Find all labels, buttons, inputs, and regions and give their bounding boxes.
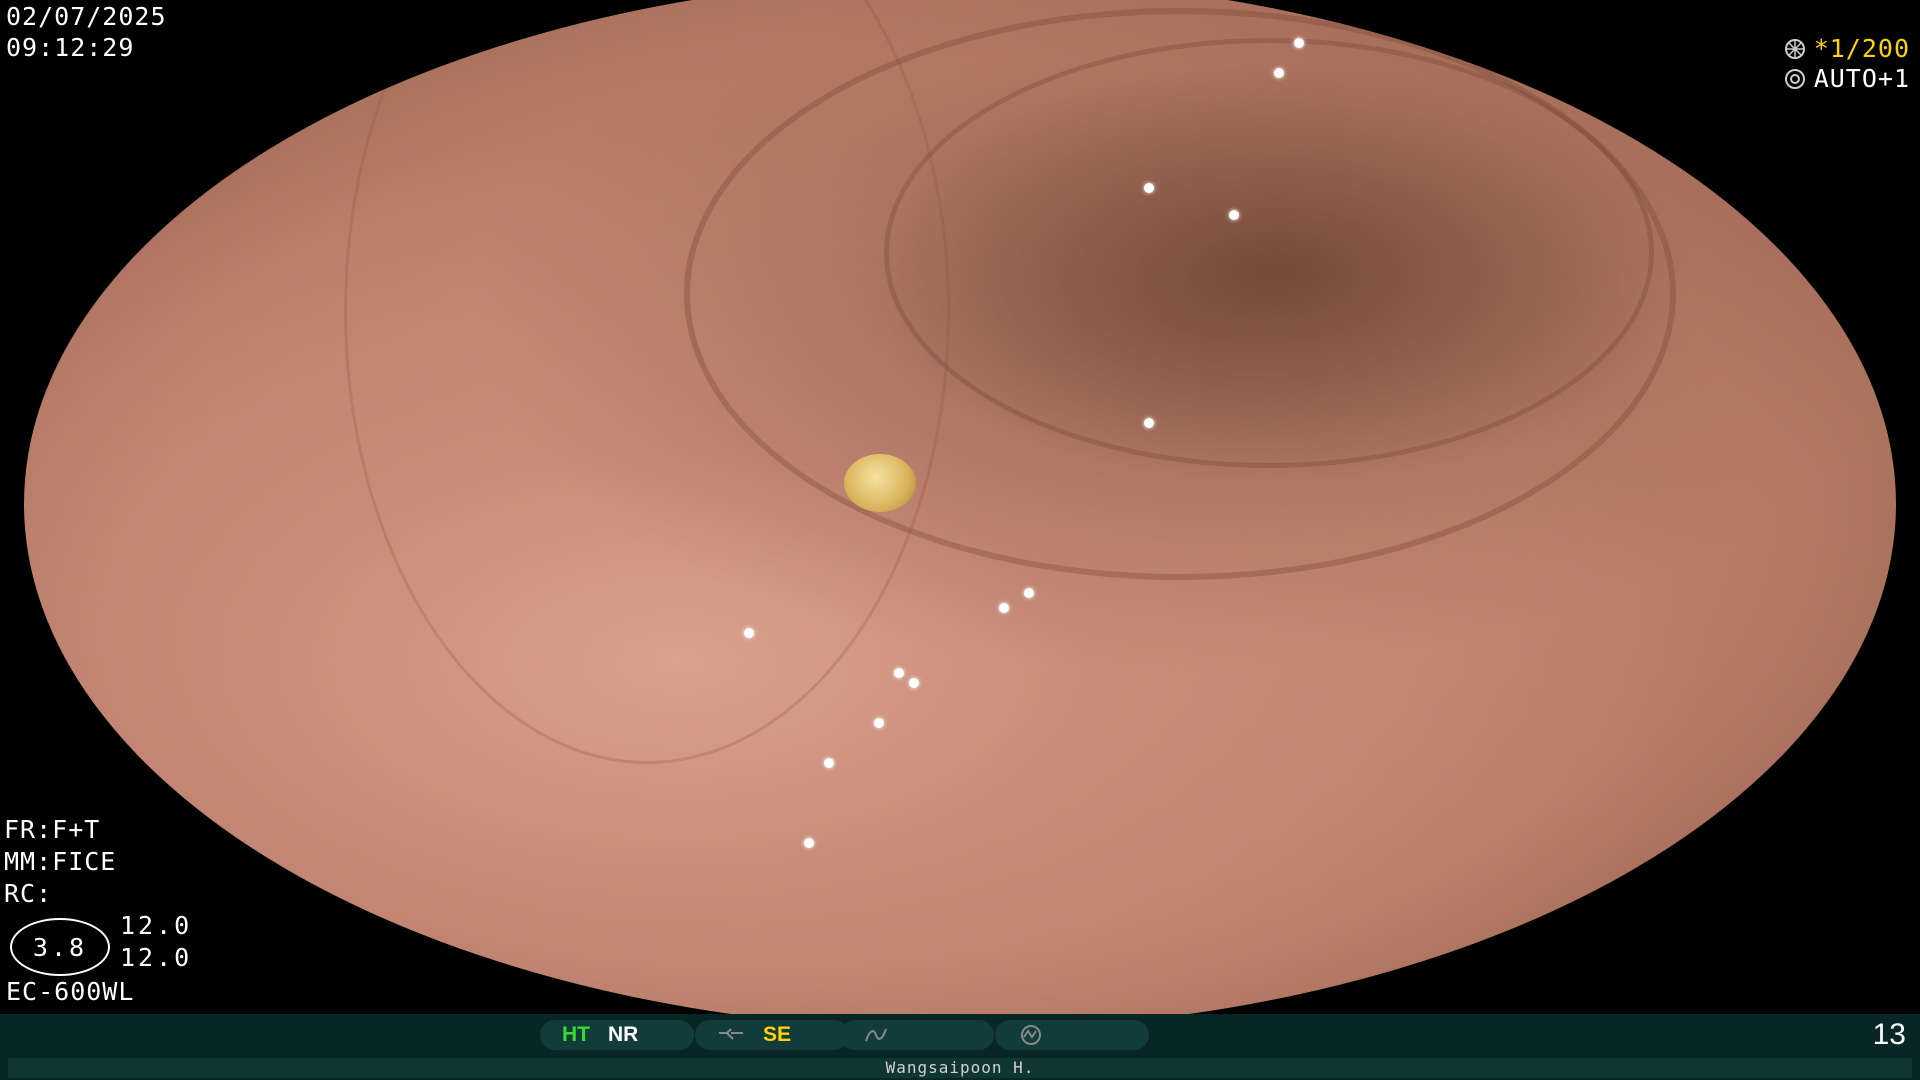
bubble bbox=[1144, 418, 1154, 428]
mucosal-fold bbox=[344, 0, 950, 764]
bubble bbox=[224, 898, 234, 908]
frame-rate-setting: FR:F+T bbox=[4, 815, 101, 844]
bubble bbox=[1294, 38, 1304, 48]
readout-lower: 12.0 bbox=[120, 943, 193, 972]
bubble bbox=[744, 628, 754, 638]
bubble bbox=[894, 668, 904, 678]
mode-setting: MM:FICE bbox=[4, 847, 117, 876]
se-indicator: SE bbox=[695, 1020, 849, 1050]
color-icon bbox=[865, 1028, 887, 1042]
shutter-speed: *1/200 bbox=[1813, 34, 1910, 63]
scope-model: EC-600WL bbox=[6, 977, 135, 1006]
bubble bbox=[909, 678, 919, 688]
nr-label: NR bbox=[608, 1023, 639, 1046]
rc-setting: RC: bbox=[4, 879, 53, 908]
chromo-indicator bbox=[995, 1020, 1149, 1050]
bubble bbox=[1229, 210, 1239, 220]
se-label: SE bbox=[763, 1023, 792, 1046]
shutter-indicator: *1/200 bbox=[1784, 34, 1910, 64]
auto-iris-indicator: AUTO+1 bbox=[1784, 64, 1910, 94]
chromo-icon bbox=[1021, 1025, 1041, 1045]
structure-enhance-icon bbox=[719, 1028, 743, 1040]
bubble bbox=[999, 603, 1009, 613]
bubble bbox=[824, 758, 834, 768]
color-indicator bbox=[840, 1020, 994, 1050]
operator-name: Wangsaipoon H. bbox=[8, 1058, 1912, 1078]
endoscopy-image bbox=[24, 0, 1896, 1030]
bubble bbox=[804, 838, 814, 848]
auto-mode: AUTO+1 bbox=[1813, 64, 1910, 93]
ht-nr-indicator: HT NR bbox=[540, 1020, 694, 1050]
bubble bbox=[1274, 68, 1284, 78]
shutter-icon bbox=[1784, 39, 1805, 59]
bubble bbox=[239, 888, 249, 898]
yellow-debris bbox=[844, 454, 916, 512]
readout-upper: 12.0 bbox=[120, 911, 193, 940]
exam-time: 09:12:29 bbox=[6, 33, 135, 62]
bubble bbox=[1144, 183, 1154, 193]
mucosal-fold bbox=[884, 38, 1654, 468]
iris-icon bbox=[1784, 69, 1805, 89]
ht-label: HT bbox=[562, 1023, 590, 1046]
circle-value: 3.8 bbox=[10, 918, 110, 976]
exam-date: 02/07/2025 bbox=[6, 2, 167, 31]
bubble bbox=[1024, 588, 1034, 598]
image-count: 13 bbox=[1872, 1018, 1906, 1051]
bubble bbox=[874, 718, 884, 728]
